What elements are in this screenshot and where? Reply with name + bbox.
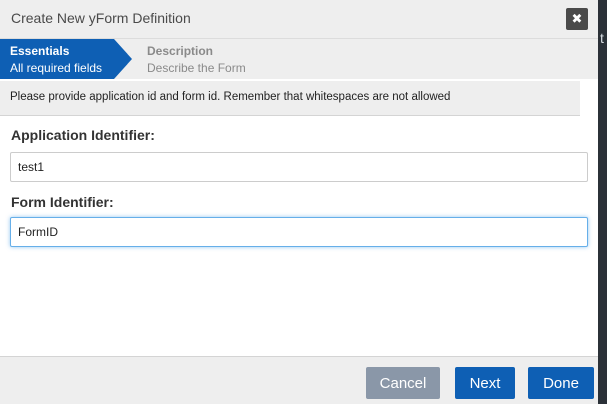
dialog-titlebar: Create New yForm Definition ✖ bbox=[0, 0, 598, 39]
done-button[interactable]: Done bbox=[528, 367, 594, 399]
step-essentials-title: Essentials bbox=[10, 44, 70, 58]
step-description-title: Description bbox=[147, 44, 214, 58]
step-essentials-subtitle: All required fields bbox=[10, 61, 103, 75]
form-identifier-input[interactable] bbox=[10, 217, 588, 247]
wizard-steps: Essentials All required fields Descripti… bbox=[0, 39, 598, 79]
next-button[interactable]: Next bbox=[455, 367, 515, 399]
step-description[interactable]: Description Describe the Form bbox=[147, 39, 347, 79]
step-arrow-icon bbox=[114, 39, 132, 79]
cancel-button[interactable]: Cancel bbox=[366, 367, 440, 399]
create-yform-dialog: Create New yForm Definition ✖ Essentials… bbox=[0, 0, 598, 404]
dialog-title: Create New yForm Definition bbox=[11, 10, 191, 26]
backdrop-text: t bbox=[600, 30, 604, 46]
close-icon: ✖ bbox=[571, 11, 583, 26]
info-bar: Please provide application id and form i… bbox=[0, 81, 580, 116]
close-button[interactable]: ✖ bbox=[566, 8, 588, 30]
form-identifier-label: Form Identifier: bbox=[11, 194, 114, 210]
application-identifier-label: Application Identifier: bbox=[11, 127, 155, 143]
step-description-subtitle: Describe the Form bbox=[147, 61, 246, 75]
step-essentials[interactable]: Essentials All required fields bbox=[0, 39, 114, 79]
dialog-footer: Cancel Next Done bbox=[0, 356, 598, 404]
info-message: Please provide application id and form i… bbox=[10, 91, 451, 103]
application-identifier-input[interactable] bbox=[10, 152, 588, 182]
